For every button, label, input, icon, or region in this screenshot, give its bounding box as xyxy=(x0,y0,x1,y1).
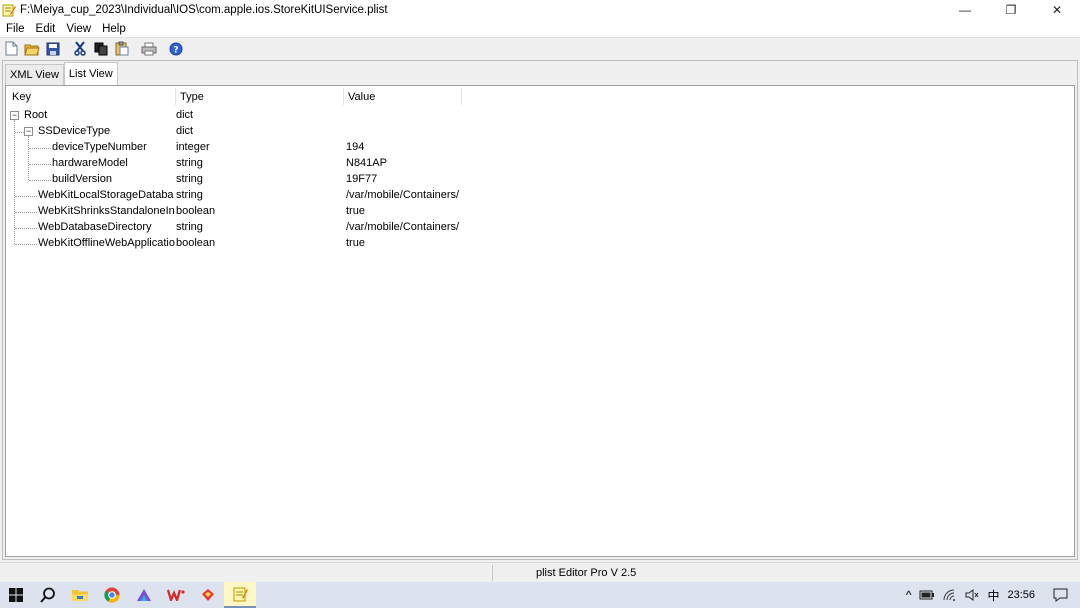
svg-text:?: ? xyxy=(173,45,178,55)
row-type: string xyxy=(176,221,203,233)
header-value[interactable]: Value xyxy=(344,88,462,105)
save-icon[interactable] xyxy=(45,41,61,57)
row-type: boolean xyxy=(176,237,216,249)
wifi-icon[interactable] xyxy=(943,589,957,601)
row-type: string xyxy=(176,173,203,185)
row-key: buildVersion xyxy=(52,173,112,185)
menu-view[interactable]: View xyxy=(60,23,96,35)
header-type[interactable]: Type xyxy=(176,88,344,105)
status-text: plist Editor Pro V 2.5 xyxy=(536,567,637,579)
row-value: 19F77 xyxy=(346,173,378,185)
tool-icon[interactable] xyxy=(192,582,224,608)
table-row[interactable]: WebKitShrinksStandaloneIn boolean true xyxy=(6,204,1074,220)
window-controls: — ❐ ✕ xyxy=(942,0,1080,20)
notification-icon[interactable] xyxy=(1053,588,1068,602)
row-key: WebKitLocalStorageDataba xyxy=(38,189,174,201)
row-type: dict xyxy=(176,125,194,137)
toolbar: ? xyxy=(0,37,1080,59)
system-tray: ^ 中 23:56 xyxy=(906,582,1080,608)
row-type: boolean xyxy=(176,205,216,217)
row-key: Root xyxy=(24,109,48,121)
paste-icon[interactable] xyxy=(114,41,130,57)
row-type: string xyxy=(176,189,203,201)
row-value: 194 xyxy=(346,141,365,153)
tab-strip: XML View List View xyxy=(5,62,118,85)
minimize-button[interactable]: — xyxy=(942,0,988,20)
search-icon[interactable] xyxy=(32,582,64,608)
plist-rows: − Root dict − SSDeviceType dict deviceTy… xyxy=(6,108,1074,252)
table-row[interactable]: − Root dict xyxy=(6,108,1074,124)
tab-xml-view[interactable]: XML View xyxy=(5,64,64,85)
file-explorer-icon[interactable] xyxy=(64,582,96,608)
list-header: Key Type Value xyxy=(8,88,462,105)
row-key: deviceTypeNumber xyxy=(52,141,147,153)
menu-bar: File Edit View Help xyxy=(0,20,1080,37)
battery-icon[interactable] xyxy=(919,590,935,600)
row-value: N841AP xyxy=(346,157,387,169)
app-icon[interactable] xyxy=(128,582,160,608)
table-row[interactable]: WebKitLocalStorageDataba string /var/mob… xyxy=(6,188,1074,204)
cut-icon[interactable] xyxy=(72,41,88,57)
row-value: /var/mobile/Containers/ xyxy=(346,221,460,233)
row-key: SSDeviceType xyxy=(38,125,111,137)
row-value: true xyxy=(346,205,365,217)
table-row[interactable]: hardwareModel string N841AP xyxy=(6,156,1074,172)
help-icon[interactable]: ? xyxy=(168,41,184,57)
row-key: WebKitShrinksStandaloneIn xyxy=(38,205,175,217)
windows-start-icon[interactable] xyxy=(0,582,32,608)
row-type: integer xyxy=(176,141,210,153)
tab-frame: XML View List View Key Type Value − Root… xyxy=(2,60,1078,560)
row-value: /var/mobile/Containers/ xyxy=(346,189,460,201)
row-key: WebKitOfflineWebApplicatio xyxy=(38,237,175,249)
table-row[interactable]: buildVersion string 19F77 xyxy=(6,172,1074,188)
table-row[interactable]: WebDatabaseDirectory string /var/mobile/… xyxy=(6,220,1074,236)
new-file-icon[interactable] xyxy=(3,41,19,57)
open-folder-icon[interactable] xyxy=(24,41,40,57)
print-icon[interactable] xyxy=(141,41,157,57)
restore-button[interactable]: ❐ xyxy=(988,0,1034,20)
close-button[interactable]: ✕ xyxy=(1034,0,1080,20)
copy-icon[interactable] xyxy=(93,41,109,57)
row-key: hardwareModel xyxy=(52,157,128,169)
menu-help[interactable]: Help xyxy=(96,23,131,35)
header-key[interactable]: Key xyxy=(8,88,176,105)
row-key: WebDatabaseDirectory xyxy=(38,221,152,233)
app-icon xyxy=(2,4,16,17)
table-row[interactable]: deviceTypeNumber integer 194 xyxy=(6,140,1074,156)
row-type: string xyxy=(176,157,203,169)
menu-edit[interactable]: Edit xyxy=(30,23,61,35)
menu-file[interactable]: File xyxy=(0,23,30,35)
status-bar: plist Editor Pro V 2.5 xyxy=(0,562,1080,582)
notepad-icon[interactable] xyxy=(224,582,256,608)
volume-muted-icon[interactable] xyxy=(965,589,979,601)
tab-list-view[interactable]: List View xyxy=(63,62,118,85)
title-bar: F:\Meiya_cup_2023\Individual\IOS\com.app… xyxy=(0,0,1080,20)
chrome-icon[interactable] xyxy=(96,582,128,608)
tray-chevron-icon[interactable]: ^ xyxy=(906,588,912,602)
window-title: F:\Meiya_cup_2023\Individual\IOS\com.app… xyxy=(20,4,388,16)
list-view-panel: Key Type Value − Root dict − SSDeviceTyp… xyxy=(5,85,1075,557)
taskbar: ^ 中 23:56 xyxy=(0,582,1080,608)
ime-indicator[interactable]: 中 xyxy=(987,587,999,604)
row-value: true xyxy=(346,237,365,249)
wps-icon[interactable] xyxy=(160,582,192,608)
status-divider xyxy=(492,565,493,581)
table-row[interactable]: WebKitOfflineWebApplicatio boolean true xyxy=(6,236,1074,252)
row-type: dict xyxy=(176,109,194,121)
table-row[interactable]: − SSDeviceType dict xyxy=(6,124,1074,140)
clock[interactable]: 23:56 xyxy=(1007,589,1035,601)
